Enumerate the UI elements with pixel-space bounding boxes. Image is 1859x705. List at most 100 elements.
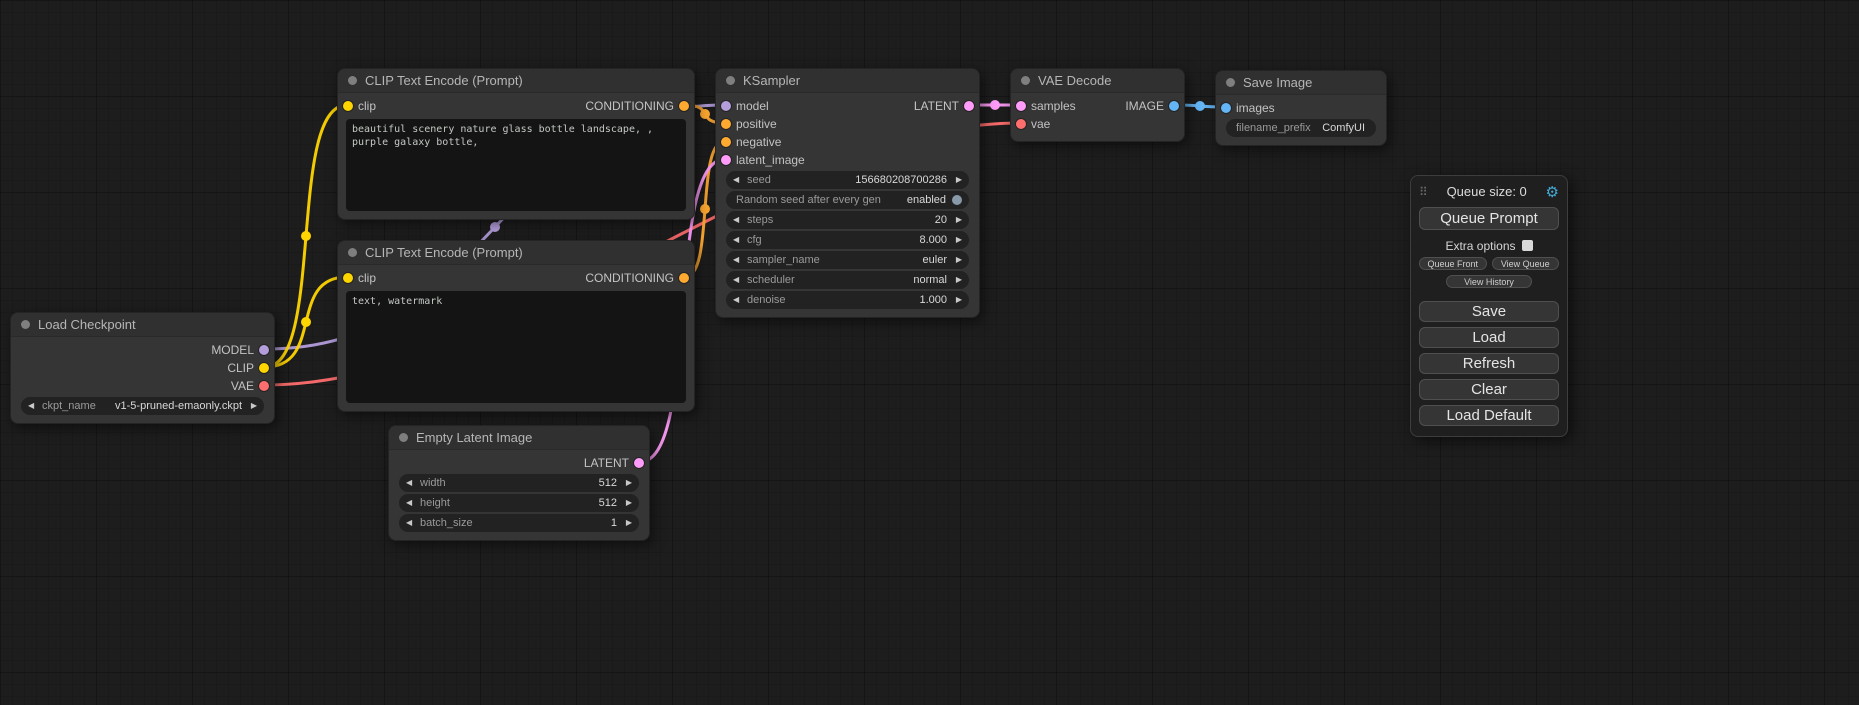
node-titlebar[interactable]: Empty Latent Image: [389, 426, 649, 450]
node-clip-text-encode-positive[interactable]: CLIP Text Encode (Prompt) clip CONDITION…: [337, 68, 695, 220]
toggle-indicator-icon[interactable]: [952, 195, 962, 205]
increment-arrow-icon[interactable]: ▶: [951, 171, 962, 189]
node-empty-latent-image[interactable]: Empty Latent Image LATENT ◀ width 512 ▶ …: [388, 425, 650, 541]
output-port-conditioning[interactable]: [679, 101, 689, 111]
input-port-images[interactable]: [1221, 103, 1231, 113]
increment-arrow-icon[interactable]: ▶: [951, 291, 962, 309]
node-load-checkpoint[interactable]: Load Checkpoint MODEL CLIP VAE ◀ ckpt_na…: [10, 312, 275, 424]
node-canvas[interactable]: Load Checkpoint MODEL CLIP VAE ◀ ckpt_na…: [0, 0, 1859, 705]
decrement-arrow-icon[interactable]: ◀: [733, 211, 744, 229]
output-slot-model: MODEL: [11, 341, 274, 359]
increment-arrow-icon[interactable]: ▶: [621, 494, 632, 512]
widget-cfg[interactable]: ◀ cfg 8.000 ▶: [726, 231, 969, 249]
decrement-arrow-icon[interactable]: ◀: [406, 474, 417, 492]
node-title: Save Image: [1243, 75, 1312, 90]
input-slot-images: images: [1216, 99, 1386, 117]
collapse-dot[interactable]: [726, 76, 735, 85]
refresh-button[interactable]: Refresh: [1419, 353, 1559, 374]
view-history-button[interactable]: View History: [1446, 275, 1533, 288]
node-titlebar[interactable]: CLIP Text Encode (Prompt): [338, 69, 694, 93]
decrement-arrow-icon[interactable]: ◀: [733, 171, 744, 189]
widget-steps[interactable]: ◀ steps 20 ▶: [726, 211, 969, 229]
extra-options-label: Extra options: [1445, 239, 1515, 253]
wire-midpoint-dot: [490, 222, 500, 232]
input-port-model[interactable]: [721, 101, 731, 111]
widget-batch-size[interactable]: ◀ batch_size 1 ▶: [399, 514, 639, 532]
output-port-image[interactable]: [1169, 101, 1179, 111]
save-button[interactable]: Save: [1419, 301, 1559, 322]
node-ksampler[interactable]: KSampler model LATENT positive negative …: [715, 68, 980, 318]
increment-arrow-icon[interactable]: ▶: [951, 211, 962, 229]
input-port-vae[interactable]: [1016, 119, 1026, 129]
input-port-latent-image[interactable]: [721, 155, 731, 165]
node-vae-decode[interactable]: VAE Decode samples IMAGE vae: [1010, 68, 1185, 142]
output-slot-clip: CLIP: [11, 359, 274, 377]
widget-height[interactable]: ◀ height 512 ▶: [399, 494, 639, 512]
output-port-model[interactable]: [259, 345, 269, 355]
node-titlebar[interactable]: KSampler: [716, 69, 979, 93]
output-port-vae[interactable]: [259, 381, 269, 391]
extra-options-checkbox[interactable]: [1522, 240, 1533, 251]
increment-arrow-icon[interactable]: ▶: [246, 397, 257, 415]
wire-midpoint-dot: [1195, 101, 1205, 111]
wire-midpoint-dot: [301, 317, 311, 327]
input-port-samples[interactable]: [1016, 101, 1026, 111]
node-titlebar[interactable]: Load Checkpoint: [11, 313, 274, 337]
queue-panel-header: ⠿ Queue size: 0 ⚙: [1419, 183, 1559, 200]
wire-midpoint-dot: [700, 109, 710, 119]
widget-random-seed-toggle[interactable]: Random seed after every gen enabled: [726, 191, 969, 209]
decrement-arrow-icon[interactable]: ◀: [733, 291, 744, 309]
clear-button[interactable]: Clear: [1419, 379, 1559, 400]
decrement-arrow-icon[interactable]: ◀: [406, 494, 417, 512]
decrement-arrow-icon[interactable]: ◀: [28, 397, 39, 415]
collapse-dot[interactable]: [1226, 78, 1235, 87]
collapse-dot[interactable]: [348, 248, 357, 257]
queue-front-button[interactable]: Queue Front: [1419, 257, 1487, 270]
widget-filename-prefix[interactable]: filename_prefix ComfyUI: [1226, 119, 1376, 137]
input-port-clip[interactable]: [343, 273, 353, 283]
slot-row-clip-conditioning: clip CONDITIONING: [338, 97, 694, 115]
decrement-arrow-icon[interactable]: ◀: [733, 271, 744, 289]
collapse-dot[interactable]: [1021, 76, 1030, 85]
load-default-button[interactable]: Load Default: [1419, 405, 1559, 426]
load-button[interactable]: Load: [1419, 327, 1559, 348]
increment-arrow-icon[interactable]: ▶: [951, 271, 962, 289]
output-port-conditioning[interactable]: [679, 273, 689, 283]
decrement-arrow-icon[interactable]: ◀: [406, 514, 417, 532]
decrement-arrow-icon[interactable]: ◀: [733, 231, 744, 249]
widget-width[interactable]: ◀ width 512 ▶: [399, 474, 639, 492]
wire-midpoint-dot: [700, 204, 710, 214]
output-port-clip[interactable]: [259, 363, 269, 373]
increment-arrow-icon[interactable]: ▶: [951, 251, 962, 269]
positive-prompt-textarea[interactable]: beautiful scenery nature glass bottle la…: [346, 119, 686, 211]
node-titlebar[interactable]: VAE Decode: [1011, 69, 1184, 93]
increment-arrow-icon[interactable]: ▶: [951, 231, 962, 249]
node-clip-text-encode-negative[interactable]: CLIP Text Encode (Prompt) clip CONDITION…: [337, 240, 695, 412]
collapse-dot[interactable]: [348, 76, 357, 85]
settings-gear-icon[interactable]: ⚙: [1546, 183, 1559, 201]
output-port-latent[interactable]: [964, 101, 974, 111]
widget-denoise[interactable]: ◀ denoise 1.000 ▶: [726, 291, 969, 309]
node-save-image[interactable]: Save Image images filename_prefix ComfyU…: [1215, 70, 1387, 146]
node-title: Load Checkpoint: [38, 317, 136, 332]
widget-ckpt-name[interactable]: ◀ ckpt_name v1-5-pruned-emaonly.ckpt ▶: [21, 397, 264, 415]
negative-prompt-textarea[interactable]: text, watermark: [346, 291, 686, 403]
output-port-latent[interactable]: [634, 458, 644, 468]
widget-sampler-name[interactable]: ◀ sampler_name euler ▶: [726, 251, 969, 269]
decrement-arrow-icon[interactable]: ◀: [733, 251, 744, 269]
drag-handle-icon[interactable]: ⠿: [1419, 185, 1428, 199]
increment-arrow-icon[interactable]: ▶: [621, 474, 632, 492]
increment-arrow-icon[interactable]: ▶: [621, 514, 632, 532]
widget-scheduler[interactable]: ◀ scheduler normal ▶: [726, 271, 969, 289]
input-port-positive[interactable]: [721, 119, 731, 129]
input-port-clip[interactable]: [343, 101, 353, 111]
collapse-dot[interactable]: [399, 433, 408, 442]
node-title: Empty Latent Image: [416, 430, 532, 445]
node-titlebar[interactable]: Save Image: [1216, 71, 1386, 95]
collapse-dot[interactable]: [21, 320, 30, 329]
node-titlebar[interactable]: CLIP Text Encode (Prompt): [338, 241, 694, 265]
queue-prompt-button[interactable]: Queue Prompt: [1419, 207, 1559, 230]
view-queue-button[interactable]: View Queue: [1492, 257, 1560, 270]
widget-seed[interactable]: ◀ seed 156680208700286 ▶: [726, 171, 969, 189]
input-port-negative[interactable]: [721, 137, 731, 147]
